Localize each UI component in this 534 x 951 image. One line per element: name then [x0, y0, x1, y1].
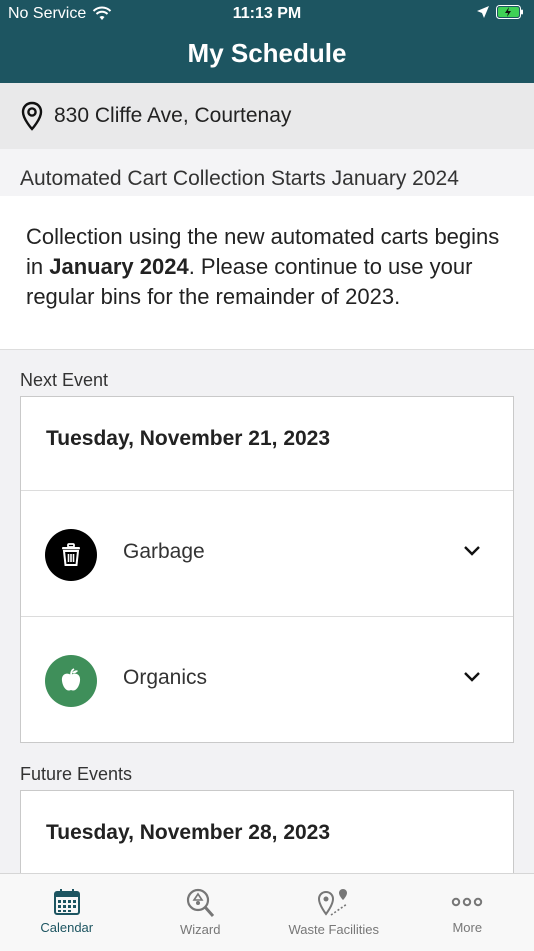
status-bar: No Service 11:13 PM: [0, 0, 534, 28]
event-item-organics[interactable]: Organics: [21, 616, 513, 743]
notice-text-bold: January 2024: [49, 254, 188, 279]
notice-text: Collection using the new automated carts…: [26, 222, 514, 312]
notice-body: Collection using the new automated carts…: [0, 196, 534, 350]
apple-icon: [59, 668, 83, 694]
status-time: 11:13 PM: [0, 5, 534, 23]
tab-label: Calendar: [40, 920, 93, 935]
tab-bar: Calendar Wizard Waste Facilities More: [0, 873, 534, 951]
notice-header: Automated Cart Collection Starts January…: [0, 149, 534, 197]
status-right: [476, 5, 524, 19]
chevron-down-icon[interactable]: [463, 671, 481, 683]
location-arrow-icon: [476, 5, 490, 19]
event-item-label: Organics: [123, 666, 207, 690]
map-pin-icon: [317, 888, 351, 918]
tab-label: Wizard: [180, 922, 220, 937]
garbage-badge: [45, 529, 97, 581]
next-event-card: Tuesday, November 21, 2023 Garbage: [20, 396, 514, 743]
address-text: 830 Cliffe Ave, Courtenay: [54, 104, 291, 128]
tab-calendar[interactable]: Calendar: [0, 874, 134, 951]
next-event-label: Next Event: [20, 370, 108, 391]
event-item-label: Garbage: [123, 540, 205, 564]
tab-waste-facilities[interactable]: Waste Facilities: [267, 874, 401, 951]
chevron-down-icon[interactable]: [463, 545, 481, 557]
future-events-label: Future Events: [20, 764, 132, 785]
tab-wizard[interactable]: Wizard: [134, 874, 268, 951]
next-event-date: Tuesday, November 21, 2023: [46, 427, 330, 451]
tab-label: Waste Facilities: [288, 922, 379, 937]
address-bar[interactable]: 830 Cliffe Ave, Courtenay: [0, 83, 534, 149]
notice-title: Automated Cart Collection Starts January…: [20, 167, 459, 191]
page-title: My Schedule: [0, 28, 534, 83]
calendar-icon: [53, 888, 81, 916]
battery-charging-icon: [496, 5, 524, 19]
future-event-date: Tuesday, November 28, 2023: [46, 821, 330, 845]
event-item-garbage[interactable]: Garbage: [21, 490, 513, 617]
more-dots-icon: [451, 888, 483, 916]
organics-badge: [45, 655, 97, 707]
location-pin-icon: [20, 101, 44, 131]
trash-icon: [60, 543, 82, 567]
wizard-search-icon: [185, 888, 215, 918]
tab-label: More: [452, 920, 482, 935]
tab-more[interactable]: More: [401, 874, 534, 951]
